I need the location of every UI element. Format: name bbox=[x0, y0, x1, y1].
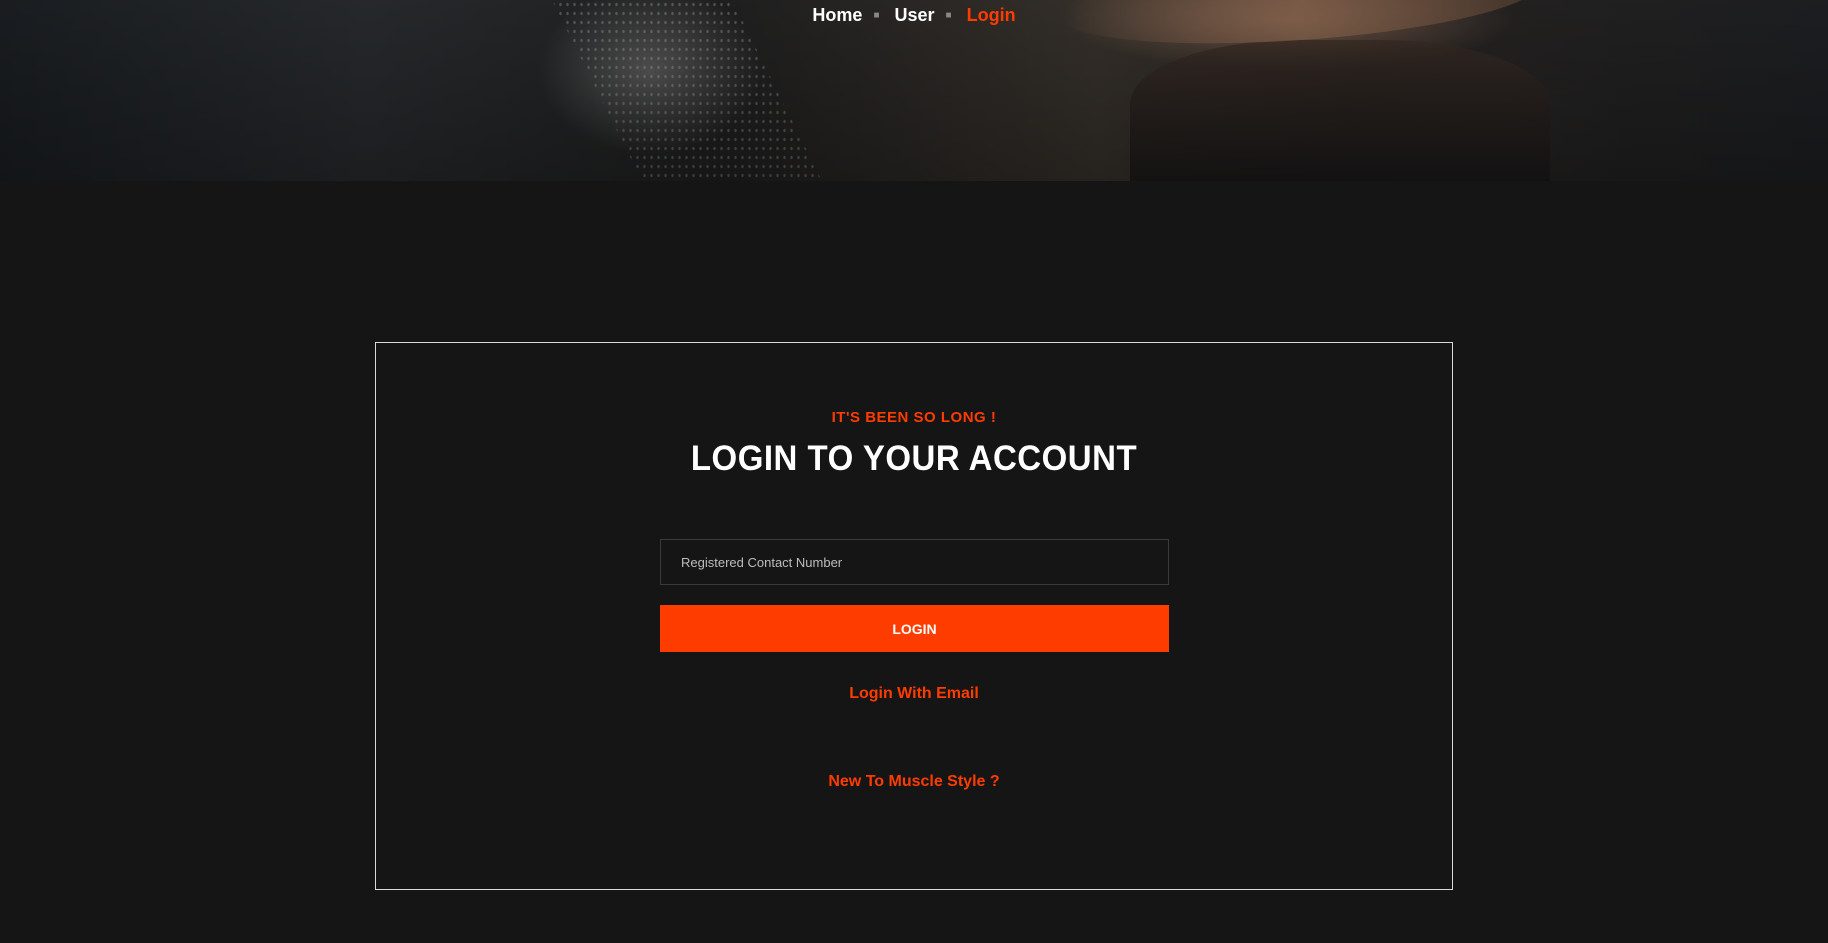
login-with-email-link[interactable]: Login With Email bbox=[376, 685, 1452, 703]
signup-link[interactable]: New To Muscle Style ? bbox=[376, 773, 1452, 791]
chevron-right-icon: ■ bbox=[873, 9, 880, 21]
breadcrumb-home[interactable]: Home bbox=[812, 5, 862, 26]
page-title: LOGIN TO YOUR ACCOUNT bbox=[690, 437, 1138, 478]
login-eyebrow: IT'S BEEN SO LONG ! bbox=[831, 409, 997, 426]
login-button[interactable]: LOGIN bbox=[660, 605, 1169, 652]
chevron-right-icon: ■ bbox=[945, 9, 952, 21]
breadcrumb-login: Login bbox=[966, 4, 1016, 25]
contact-number-input[interactable] bbox=[660, 539, 1169, 585]
breadcrumb-user[interactable]: User bbox=[895, 5, 935, 26]
login-card: IT'S BEEN SO LONG ! LOGIN TO YOUR ACCOUN… bbox=[375, 342, 1453, 890]
breadcrumb: Home ■ User ■ Login bbox=[0, 4, 1828, 26]
hero-banner: Home ■ User ■ Login bbox=[0, 0, 1828, 181]
